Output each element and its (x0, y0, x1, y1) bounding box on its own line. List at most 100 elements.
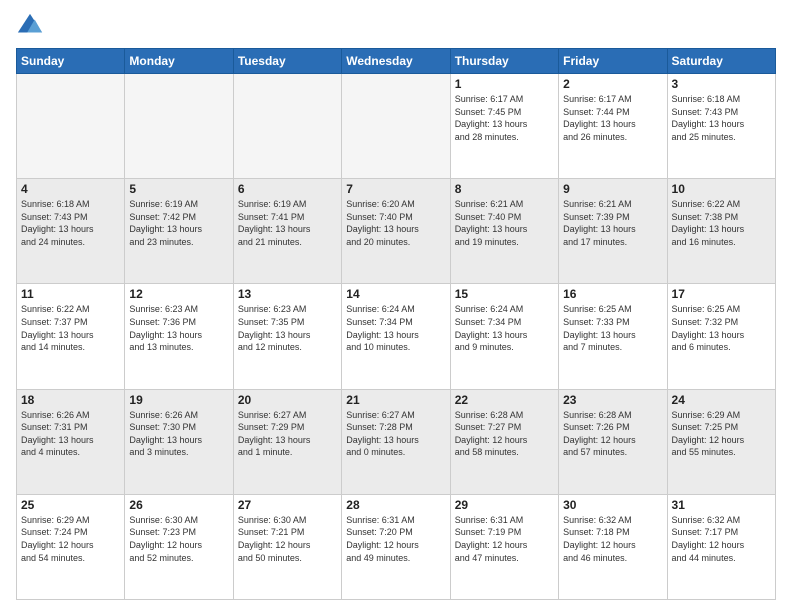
day-info: Sunrise: 6:32 AM Sunset: 7:17 PM Dayligh… (672, 514, 771, 564)
day-number: 24 (672, 393, 771, 407)
day-number: 14 (346, 287, 445, 301)
calendar-header-tuesday: Tuesday (233, 49, 341, 74)
calendar-header-row: SundayMondayTuesdayWednesdayThursdayFrid… (17, 49, 776, 74)
calendar-cell: 8 Sunrise: 6:21 AM Sunset: 7:40 PM Daylig… (450, 179, 558, 284)
calendar-cell (125, 74, 233, 179)
calendar-cell: 10 Sunrise: 6:22 AM Sunset: 7:38 PM Dayli… (667, 179, 775, 284)
day-info: Sunrise: 6:22 AM Sunset: 7:38 PM Dayligh… (672, 198, 771, 248)
day-info: Sunrise: 6:27 AM Sunset: 7:29 PM Dayligh… (238, 409, 337, 459)
calendar-cell: 31 Sunrise: 6:32 AM Sunset: 7:17 PM Dayli… (667, 494, 775, 599)
day-info: Sunrise: 6:18 AM Sunset: 7:43 PM Dayligh… (21, 198, 120, 248)
day-info: Sunrise: 6:26 AM Sunset: 7:30 PM Dayligh… (129, 409, 228, 459)
day-info: Sunrise: 6:19 AM Sunset: 7:42 PM Dayligh… (129, 198, 228, 248)
day-number: 11 (21, 287, 120, 301)
day-info: Sunrise: 6:17 AM Sunset: 7:45 PM Dayligh… (455, 93, 554, 143)
day-number: 5 (129, 182, 228, 196)
day-info: Sunrise: 6:31 AM Sunset: 7:19 PM Dayligh… (455, 514, 554, 564)
day-number: 26 (129, 498, 228, 512)
day-info: Sunrise: 6:23 AM Sunset: 7:36 PM Dayligh… (129, 303, 228, 353)
day-number: 9 (563, 182, 662, 196)
calendar-cell: 28 Sunrise: 6:31 AM Sunset: 7:20 PM Dayli… (342, 494, 450, 599)
calendar-cell: 12 Sunrise: 6:23 AM Sunset: 7:36 PM Dayli… (125, 284, 233, 389)
day-number: 21 (346, 393, 445, 407)
calendar-header-wednesday: Wednesday (342, 49, 450, 74)
day-number: 1 (455, 77, 554, 91)
day-info: Sunrise: 6:21 AM Sunset: 7:40 PM Dayligh… (455, 198, 554, 248)
day-number: 7 (346, 182, 445, 196)
day-number: 12 (129, 287, 228, 301)
calendar-cell: 11 Sunrise: 6:22 AM Sunset: 7:37 PM Dayli… (17, 284, 125, 389)
calendar-header-thursday: Thursday (450, 49, 558, 74)
calendar-cell: 9Sunrise: 6:21 AM Sunset: 7:39 PM Daylig… (559, 179, 667, 284)
calendar-cell: 30 Sunrise: 6:32 AM Sunset: 7:18 PM Dayli… (559, 494, 667, 599)
day-number: 27 (238, 498, 337, 512)
day-number: 17 (672, 287, 771, 301)
day-number: 20 (238, 393, 337, 407)
calendar-week-4: 18Sunrise: 6:26 AM Sunset: 7:31 PM Dayli… (17, 389, 776, 494)
calendar-header-saturday: Saturday (667, 49, 775, 74)
calendar-cell (233, 74, 341, 179)
calendar-cell: 26 Sunrise: 6:30 AM Sunset: 7:23 PM Dayli… (125, 494, 233, 599)
day-number: 29 (455, 498, 554, 512)
day-number: 13 (238, 287, 337, 301)
calendar-cell: 17 Sunrise: 6:25 AM Sunset: 7:32 PM Dayli… (667, 284, 775, 389)
calendar-week-2: 4 Sunrise: 6:18 AM Sunset: 7:43 PM Daylig… (17, 179, 776, 284)
calendar-cell: 4 Sunrise: 6:18 AM Sunset: 7:43 PM Daylig… (17, 179, 125, 284)
day-info: Sunrise: 6:30 AM Sunset: 7:23 PM Dayligh… (129, 514, 228, 564)
calendar-cell: 23Sunrise: 6:28 AM Sunset: 7:26 PM Dayli… (559, 389, 667, 494)
day-info: Sunrise: 6:24 AM Sunset: 7:34 PM Dayligh… (346, 303, 445, 353)
day-number: 2 (563, 77, 662, 91)
calendar-cell: 22 Sunrise: 6:28 AM Sunset: 7:27 PM Dayli… (450, 389, 558, 494)
day-number: 31 (672, 498, 771, 512)
calendar-cell: 21 Sunrise: 6:27 AM Sunset: 7:28 PM Dayli… (342, 389, 450, 494)
day-number: 18 (21, 393, 120, 407)
day-info: Sunrise: 6:31 AM Sunset: 7:20 PM Dayligh… (346, 514, 445, 564)
calendar-cell: 27 Sunrise: 6:30 AM Sunset: 7:21 PM Dayli… (233, 494, 341, 599)
day-info: Sunrise: 6:29 AM Sunset: 7:24 PM Dayligh… (21, 514, 120, 564)
calendar-week-1: 1 Sunrise: 6:17 AM Sunset: 7:45 PM Daylig… (17, 74, 776, 179)
page: SundayMondayTuesdayWednesdayThursdayFrid… (0, 0, 792, 612)
day-info: Sunrise: 6:22 AM Sunset: 7:37 PM Dayligh… (21, 303, 120, 353)
day-info: Sunrise: 6:25 AM Sunset: 7:32 PM Dayligh… (672, 303, 771, 353)
day-number: 30 (563, 498, 662, 512)
day-info: Sunrise: 6:30 AM Sunset: 7:21 PM Dayligh… (238, 514, 337, 564)
calendar-cell: 20 Sunrise: 6:27 AM Sunset: 7:29 PM Dayli… (233, 389, 341, 494)
calendar-cell (17, 74, 125, 179)
day-info: Sunrise: 6:29 AM Sunset: 7:25 PM Dayligh… (672, 409, 771, 459)
calendar-cell: 18Sunrise: 6:26 AM Sunset: 7:31 PM Dayli… (17, 389, 125, 494)
calendar-cell: 3 Sunrise: 6:18 AM Sunset: 7:43 PM Daylig… (667, 74, 775, 179)
day-number: 8 (455, 182, 554, 196)
day-number: 16 (563, 287, 662, 301)
day-number: 6 (238, 182, 337, 196)
day-number: 23 (563, 393, 662, 407)
calendar-header-monday: Monday (125, 49, 233, 74)
calendar-cell: 2 Sunrise: 6:17 AM Sunset: 7:44 PM Daylig… (559, 74, 667, 179)
calendar-cell: 7Sunrise: 6:20 AM Sunset: 7:40 PM Daylig… (342, 179, 450, 284)
calendar-cell: 25 Sunrise: 6:29 AM Sunset: 7:24 PM Dayli… (17, 494, 125, 599)
logo-icon (16, 12, 44, 40)
day-number: 25 (21, 498, 120, 512)
day-number: 10 (672, 182, 771, 196)
calendar-cell: 15Sunrise: 6:24 AM Sunset: 7:34 PM Dayli… (450, 284, 558, 389)
day-info: Sunrise: 6:18 AM Sunset: 7:43 PM Dayligh… (672, 93, 771, 143)
calendar-cell: 5 Sunrise: 6:19 AM Sunset: 7:42 PM Daylig… (125, 179, 233, 284)
day-number: 3 (672, 77, 771, 91)
calendar-header-friday: Friday (559, 49, 667, 74)
calendar-cell: 19Sunrise: 6:26 AM Sunset: 7:30 PM Dayli… (125, 389, 233, 494)
calendar-cell: 29 Sunrise: 6:31 AM Sunset: 7:19 PM Dayli… (450, 494, 558, 599)
day-info: Sunrise: 6:19 AM Sunset: 7:41 PM Dayligh… (238, 198, 337, 248)
day-number: 15 (455, 287, 554, 301)
day-info: Sunrise: 6:27 AM Sunset: 7:28 PM Dayligh… (346, 409, 445, 459)
calendar-cell: 1 Sunrise: 6:17 AM Sunset: 7:45 PM Daylig… (450, 74, 558, 179)
day-number: 4 (21, 182, 120, 196)
day-number: 28 (346, 498, 445, 512)
day-info: Sunrise: 6:28 AM Sunset: 7:27 PM Dayligh… (455, 409, 554, 459)
calendar-header-sunday: Sunday (17, 49, 125, 74)
day-number: 22 (455, 393, 554, 407)
header (16, 12, 776, 40)
day-info: Sunrise: 6:17 AM Sunset: 7:44 PM Dayligh… (563, 93, 662, 143)
calendar-week-3: 11 Sunrise: 6:22 AM Sunset: 7:37 PM Dayli… (17, 284, 776, 389)
calendar-cell: 13Sunrise: 6:23 AM Sunset: 7:35 PM Dayli… (233, 284, 341, 389)
day-info: Sunrise: 6:32 AM Sunset: 7:18 PM Dayligh… (563, 514, 662, 564)
calendar-cell: 16Sunrise: 6:25 AM Sunset: 7:33 PM Dayli… (559, 284, 667, 389)
